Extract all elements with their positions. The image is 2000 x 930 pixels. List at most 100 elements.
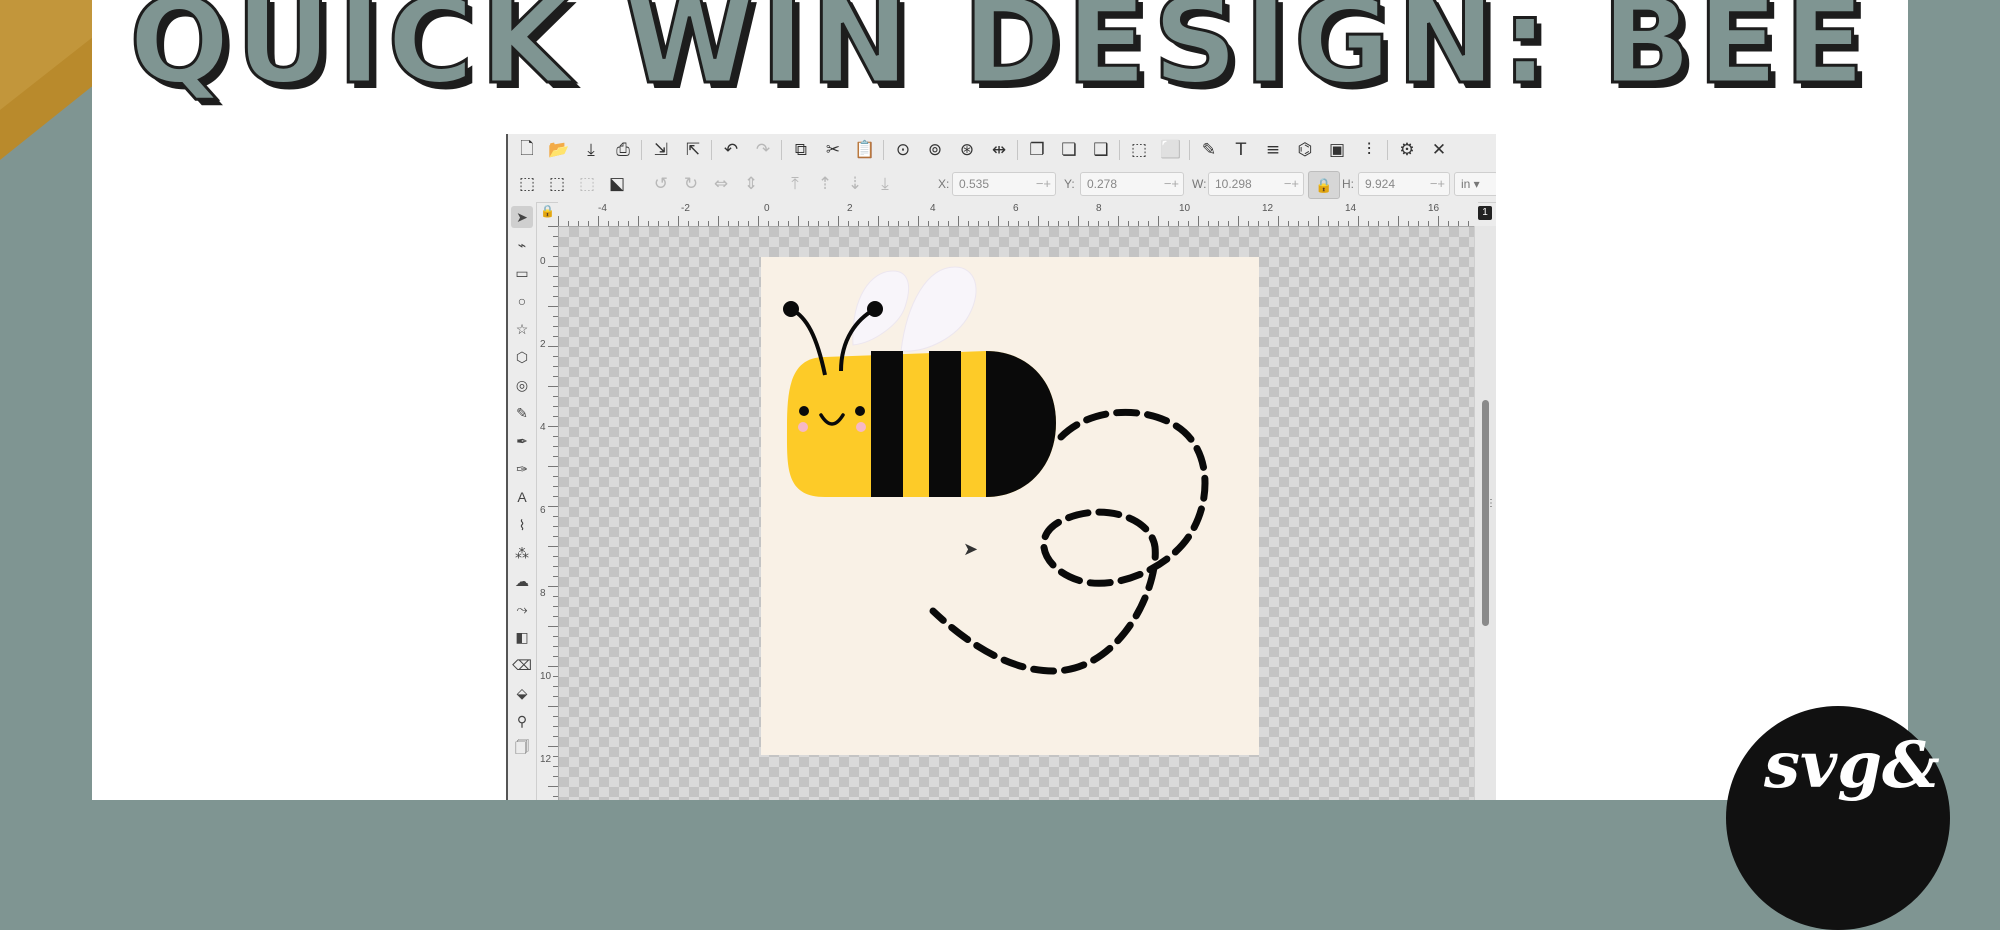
- tweak-tool-icon[interactable]: ☁: [511, 570, 533, 592]
- layers-icon[interactable]: ≡: [1262, 139, 1284, 161]
- ruler-tick: [553, 376, 558, 377]
- ruler-tick: [1218, 221, 1219, 226]
- rotate-cw-icon[interactable]: ↻: [680, 173, 702, 195]
- spiral-tool-icon[interactable]: ◎: [511, 374, 533, 396]
- text-tool-icon[interactable]: A: [511, 486, 533, 508]
- duplicate-icon[interactable]: ❐: [1026, 139, 1048, 161]
- node-tool-icon[interactable]: ⌁: [511, 234, 533, 256]
- export-icon[interactable]: ⇱: [682, 139, 704, 161]
- paste-icon[interactable]: 📋: [854, 139, 876, 161]
- undo-icon[interactable]: ↶: [720, 139, 742, 161]
- circle-tool-icon[interactable]: ○: [511, 290, 533, 312]
- ruler-tick: [553, 526, 558, 527]
- ruler-tick: [553, 516, 558, 517]
- close-panel-icon[interactable]: ✕: [1428, 139, 1450, 161]
- ruler-tick: [553, 776, 558, 777]
- raise-icon[interactable]: ⇡: [814, 173, 836, 195]
- open-icon[interactable]: 📂: [548, 139, 570, 161]
- calligraphy-tool-icon[interactable]: ✑: [511, 458, 533, 480]
- spray-tool-icon[interactable]: ⁂: [511, 542, 533, 564]
- pencil-tool-icon[interactable]: ✎: [511, 402, 533, 424]
- y-field[interactable]: 0.278 −+: [1080, 172, 1184, 196]
- ruler-tick: [1328, 221, 1329, 226]
- align-distribute-icon[interactable]: ⫶: [1358, 139, 1380, 161]
- stepper-icon[interactable]: −+: [1284, 176, 1299, 191]
- transform-handles-icon[interactable]: ⬕: [606, 173, 628, 195]
- height-field[interactable]: 9.924 −+: [1358, 172, 1450, 196]
- ungroup-icon[interactable]: ⬜: [1160, 139, 1182, 161]
- ruler-tick-label: 12: [540, 754, 552, 765]
- flip-vertical-icon[interactable]: ⇕: [740, 173, 762, 195]
- save-icon[interactable]: ⤓: [580, 139, 602, 161]
- ruler-tick-label: 2: [540, 339, 546, 350]
- group-icon[interactable]: ⬚: [1128, 139, 1150, 161]
- document-page[interactable]: [761, 257, 1259, 755]
- pen-tool-icon[interactable]: ✒: [511, 430, 533, 452]
- ruler-tick: [1238, 216, 1239, 226]
- lower-icon[interactable]: ⇣: [844, 173, 866, 195]
- text-font-icon[interactable]: T: [1230, 139, 1252, 161]
- units-select[interactable]: in ▾: [1454, 172, 1496, 196]
- zoom-page-icon[interactable]: ⊛: [956, 139, 978, 161]
- ruler-tick: [1398, 216, 1399, 226]
- width-field[interactable]: 10.298 −+: [1208, 172, 1304, 196]
- ruler-tick: [818, 221, 819, 226]
- bee-artwork[interactable]: [761, 257, 1259, 755]
- zoom-drawing-icon[interactable]: ⊚: [924, 139, 946, 161]
- deselect-icon[interactable]: ⬚: [576, 173, 598, 195]
- rectangle-tool-icon[interactable]: ▭: [511, 262, 533, 284]
- ruler-tick-label: 8: [1096, 203, 1102, 214]
- selector-tool-icon[interactable]: ➤: [511, 206, 533, 228]
- zoom-selection-icon[interactable]: ⊙: [892, 139, 914, 161]
- ruler-tick: [1018, 221, 1019, 226]
- ruler-tick: [553, 556, 558, 557]
- ruler-tick: [568, 221, 569, 226]
- zoom-width-icon[interactable]: ⇹: [988, 139, 1010, 161]
- preferences-icon[interactable]: ⚙: [1396, 139, 1418, 161]
- toolbar-separator: [1189, 140, 1190, 160]
- right-wing[interactable]: [900, 266, 977, 352]
- raise-top-icon[interactable]: ⤒: [784, 173, 806, 195]
- lock-guides-icon[interactable]: 🔒: [540, 204, 556, 222]
- vertical-scrollbar[interactable]: [1474, 226, 1496, 800]
- ruler-tick: [553, 236, 558, 237]
- zoom-tool-icon[interactable]: ⚲: [511, 710, 533, 732]
- stepper-icon[interactable]: −+: [1430, 176, 1445, 191]
- select-all-icon[interactable]: ⬚: [516, 173, 538, 195]
- eraser-tool-icon[interactable]: ⌫: [511, 654, 533, 676]
- ruler-tick: [1078, 216, 1079, 226]
- stepper-icon[interactable]: −+: [1164, 176, 1179, 191]
- flip-horizontal-icon[interactable]: ⇔: [710, 173, 732, 195]
- ruler-tick: [553, 646, 558, 647]
- rotate-ccw-icon[interactable]: ↺: [650, 173, 672, 195]
- ruler-tick: [1098, 221, 1099, 226]
- dropper-tool-icon[interactable]: ⌇: [511, 514, 533, 536]
- redo-icon[interactable]: ↷: [752, 139, 774, 161]
- lower-bottom-icon[interactable]: ⤓: [874, 173, 896, 195]
- copy-icon[interactable]: ⧉: [790, 139, 812, 161]
- vertical-scroll-thumb[interactable]: [1482, 400, 1489, 626]
- clone-icon[interactable]: ❏: [1058, 139, 1080, 161]
- x-field[interactable]: 0.535 −+: [952, 172, 1056, 196]
- gradient-tool-icon[interactable]: ◧: [511, 626, 533, 648]
- lock-ratio-icon[interactable]: 🔒: [1308, 171, 1340, 199]
- new-document-icon[interactable]: 🗋: [516, 139, 538, 161]
- cut-icon[interactable]: ✂: [822, 139, 844, 161]
- import-icon[interactable]: ⇲: [650, 139, 672, 161]
- fill-stroke-icon[interactable]: ✎: [1198, 139, 1220, 161]
- xml-editor-icon[interactable]: ⌬: [1294, 139, 1316, 161]
- more-options-icon[interactable]: ⋮: [1486, 498, 1496, 509]
- object-list-icon[interactable]: ▣: [1326, 139, 1348, 161]
- unlink-clone-icon[interactable]: ❑: [1090, 139, 1112, 161]
- stepper-icon[interactable]: −+: [1036, 176, 1051, 191]
- select-all-layers-icon[interactable]: ⬚: [546, 173, 568, 195]
- connector-tool-icon[interactable]: ⤳: [511, 598, 533, 620]
- paint-bucket-tool-icon[interactable]: ⬙: [511, 682, 533, 704]
- canvas[interactable]: ➤: [559, 227, 1479, 800]
- pages-tool-icon[interactable]: 🗍: [511, 738, 533, 760]
- print-icon[interactable]: ⎙: [612, 139, 634, 161]
- ruler-tick: [553, 456, 558, 457]
- 3d-box-tool-icon[interactable]: ⬡: [511, 346, 533, 368]
- star-tool-icon[interactable]: ☆: [511, 318, 533, 340]
- ruler-tick: [798, 216, 799, 226]
